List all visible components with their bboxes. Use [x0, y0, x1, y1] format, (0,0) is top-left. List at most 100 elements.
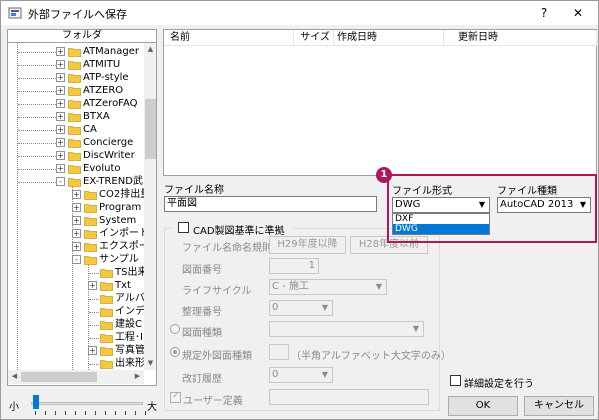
tree-item[interactable]: 建設C — [8, 319, 144, 332]
tree-expand-icon[interactable]: + — [72, 242, 81, 251]
tree-item[interactable]: + ATZeroFAQ — [8, 98, 144, 111]
tree-item-label: BTXA — [83, 111, 110, 122]
tree-item[interactable]: + ATZERO — [8, 85, 144, 98]
folder-tree-horizontal-scrollbar[interactable]: ◀ ▶ — [8, 370, 144, 384]
scroll-down-icon[interactable]: ▼ — [144, 357, 156, 370]
column-header-name[interactable]: 名前 — [164, 30, 294, 46]
tree-item[interactable]: - EX-TREND武 — [8, 176, 144, 189]
tree-item[interactable]: + ATMITU — [8, 59, 144, 72]
tree-expand-icon[interactable]: + — [56, 60, 65, 69]
tree-item-label: Evoluto — [83, 163, 121, 174]
tree-item[interactable]: + DiscWriter — [8, 150, 144, 163]
tree-item[interactable]: + ATP-style — [8, 72, 144, 85]
tree-expand-icon[interactable]: + — [56, 125, 65, 134]
tree-item-label: Txt — [115, 280, 131, 291]
drawing-number-input[interactable]: 1 — [269, 258, 319, 274]
detail-settings-checkbox[interactable] — [450, 375, 461, 386]
tree-expand-icon[interactable]: + — [56, 73, 65, 82]
tree-item[interactable]: TS出来 — [8, 267, 144, 280]
scroll-left-icon[interactable]: ◀ — [8, 370, 21, 383]
vertical-scroll-thumb[interactable] — [145, 99, 156, 159]
slider-tick — [135, 411, 136, 415]
slider-small-label: 小 — [9, 402, 19, 413]
tree-expand-icon[interactable]: - — [56, 177, 65, 186]
file-list[interactable]: 名前 サイズ 作成日時 更新日時 — [163, 29, 597, 176]
lifecycle-select[interactable]: C - 施工 ▼ — [269, 279, 387, 295]
serial-number-select[interactable]: 0 ▼ — [269, 300, 333, 316]
folder-tree[interactable]: + ATManager + ATMITU + ATP-style + ATZERO + ATZer… — [7, 43, 157, 386]
tree-item-label: System — [99, 215, 137, 226]
title-bar: 外部ファイルへ保存 ? ✕ — [1, 1, 598, 25]
other-drawing-type-input[interactable] — [269, 344, 289, 360]
tree-expand-icon[interactable]: + — [56, 112, 65, 121]
file-type-select[interactable]: AutoCAD 2013 ▼ — [497, 197, 591, 213]
revision-label: 改訂履歴 — [182, 374, 222, 385]
horizontal-scroll-thumb[interactable] — [21, 372, 97, 382]
other-drawing-type-radio[interactable] — [170, 347, 180, 357]
tree-item[interactable]: - サンプル — [8, 254, 144, 267]
tree-expand-icon[interactable]: + — [88, 346, 97, 355]
tree-item-label: アルバ — [115, 293, 144, 304]
file-format-select[interactable]: DWG ▼ — [392, 197, 490, 213]
tree-item[interactable]: インデ — [8, 306, 144, 319]
tree-item[interactable]: + インポート — [8, 228, 144, 241]
close-button[interactable]: ✕ — [557, 1, 599, 25]
drawing-type-select[interactable]: ▼ — [269, 321, 424, 337]
file-name-input[interactable]: 平面図 — [164, 196, 377, 212]
column-header-size[interactable]: サイズ — [294, 30, 334, 46]
tree-item[interactable]: アルバ — [8, 293, 144, 306]
tree-item[interactable]: + BTXA — [8, 111, 144, 124]
tree-expand-icon[interactable]: + — [72, 203, 81, 212]
icon-size-slider-track[interactable] — [31, 402, 143, 405]
file-name-label: ファイル名称 — [164, 185, 224, 196]
tree-item[interactable]: + 写真管 — [8, 345, 144, 358]
tree-expand-icon[interactable]: - — [72, 255, 81, 264]
tree-expand-icon[interactable]: + — [88, 281, 97, 290]
icon-size-slider-thumb[interactable] — [33, 395, 39, 409]
tree-item[interactable]: + Concierge — [8, 137, 144, 150]
revision-select[interactable]: 0 ▼ — [269, 367, 333, 383]
tree-expand-icon[interactable]: + — [56, 164, 65, 173]
tree-item[interactable]: + ATManager — [8, 46, 144, 59]
tree-item[interactable]: + エクスポー — [8, 241, 144, 254]
tree-item[interactable]: + CA — [8, 124, 144, 137]
tree-item-label: CO2排出量 — [99, 189, 144, 200]
file-format-option-dwg[interactable]: DWG — [393, 224, 489, 234]
tree-connector — [18, 156, 56, 157]
tree-expand-icon[interactable]: + — [56, 86, 65, 95]
tree-item-label: CA — [83, 124, 97, 135]
tree-item[interactable]: + CO2排出量 — [8, 189, 144, 202]
cad-standard-checkbox[interactable] — [178, 222, 189, 233]
scroll-up-icon[interactable]: ▲ — [144, 43, 156, 56]
h29-button[interactable]: H29年度以降 — [269, 236, 346, 254]
folder-icon — [68, 113, 81, 122]
user-defined-input[interactable] — [269, 389, 429, 405]
tree-item[interactable]: 出来形 — [8, 358, 144, 370]
user-defined-checkbox[interactable]: ✓ — [170, 391, 181, 403]
tree-expand-icon[interactable]: + — [72, 216, 81, 225]
drawing-type-radio[interactable] — [170, 324, 180, 334]
tree-expand-icon[interactable]: + — [56, 138, 65, 147]
tree-item-label: ATMITU — [83, 59, 121, 70]
scroll-right-icon[interactable]: ▶ — [131, 370, 144, 383]
tree-expand-icon[interactable]: + — [72, 190, 81, 199]
tree-item[interactable]: + Txt — [8, 280, 144, 293]
ok-button[interactable]: OK — [448, 396, 518, 416]
tree-expand-icon[interactable]: + — [56, 151, 65, 160]
drawing-type-label: 図面種類 — [182, 328, 222, 339]
tree-expand-icon[interactable]: + — [56, 47, 65, 56]
folder-icon — [84, 191, 97, 200]
tree-item[interactable]: + Program — [8, 202, 144, 215]
tree-item[interactable]: + System — [8, 215, 144, 228]
tree-item[interactable]: + Evoluto — [8, 163, 144, 176]
tree-connector — [18, 104, 56, 105]
tree-expand-icon[interactable]: + — [72, 229, 81, 238]
file-format-option-dxf[interactable]: DXF — [393, 214, 489, 224]
tree-connector — [18, 78, 56, 79]
tree-expand-icon[interactable]: + — [56, 99, 65, 108]
column-header-created[interactable]: 作成日時 — [334, 30, 444, 46]
folder-tree-vertical-scrollbar[interactable]: ▲ ▼ — [144, 43, 156, 370]
cancel-button[interactable]: キャンセル — [524, 396, 594, 416]
tree-item[interactable]: 工程･I — [8, 332, 144, 345]
column-header-modified[interactable]: 更新日時 — [444, 30, 597, 46]
